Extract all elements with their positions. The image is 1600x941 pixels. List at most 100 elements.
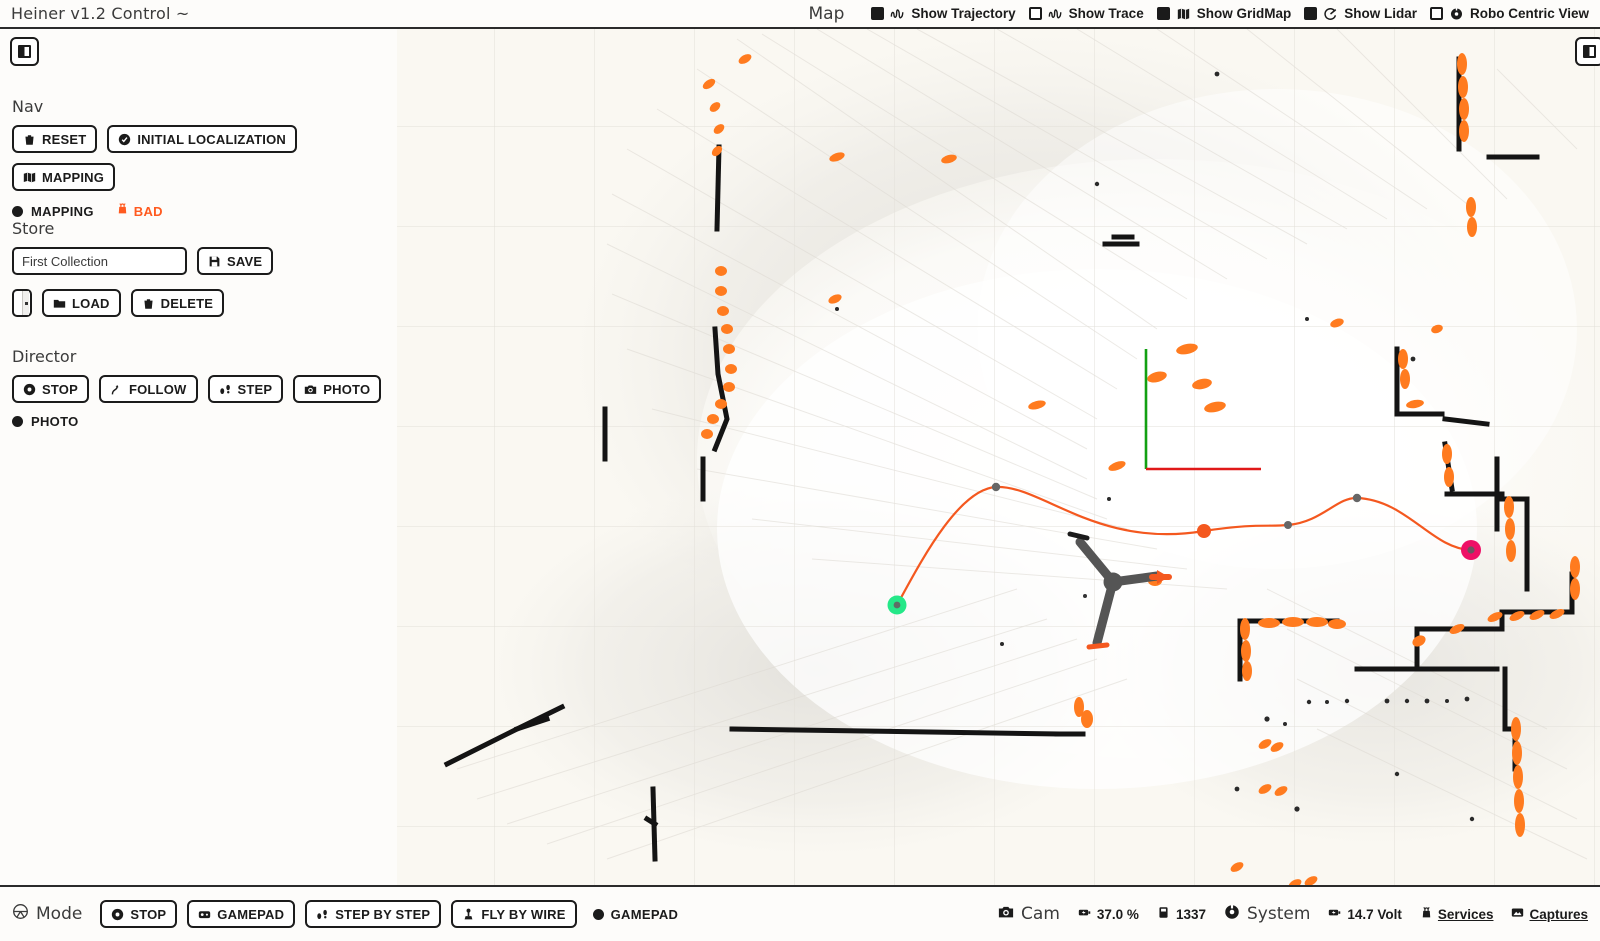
system-icon [1224,904,1240,925]
trajectory-active-waypoint [1197,524,1211,538]
toggle-label-show-trajectory: Show Trajectory [911,6,1016,21]
mode-group-label: Mode [12,903,82,925]
right-panel-toggle-glyph [1583,45,1596,58]
store-section: Store SAVE [12,219,274,317]
director-follow-button[interactable]: FOLLOW [98,375,198,403]
director-section: Director STOP FOLLOW STEP PHOTO PHOTO [12,347,382,429]
collection-select[interactable] [12,289,32,317]
battery-icon [1078,906,1091,922]
mode-status: GAMEPAD [592,907,679,922]
status-dot-black [12,416,23,427]
map-canvas[interactable] [397,29,1600,885]
store-save-row: SAVE [12,247,274,275]
map-view[interactable] [397,29,1600,885]
delete-button[interactable]: DELETE [130,289,225,317]
trash-icon [142,297,155,310]
mode-icon [12,903,29,925]
captures-icon [1511,906,1524,922]
director-status-row: PHOTO [12,414,381,429]
panel-toggle-icon[interactable] [10,37,39,66]
bottom-bar: Mode STOP GAMEPAD STEP BY STEP FLY BY WI… [0,885,1600,941]
reset-button[interactable]: RESET [12,125,98,153]
mapping-button-label: MAPPING [42,169,105,185]
mode-label: Mode [36,904,83,924]
delete-button-label: DELETE [160,295,214,311]
collection-name-input[interactable] [12,247,187,275]
right-panel-toggle-icon[interactable] [1575,37,1600,66]
toggle-label-robo-centric-view: Robo Centric View [1469,6,1589,21]
footsteps-icon [316,908,329,921]
joystick-icon [462,908,475,921]
load-button-label: LOAD [72,295,110,311]
mapping-button[interactable]: MAPPING [12,163,116,191]
toggle-show-trajectory[interactable]: Show Trajectory [871,6,1016,21]
services-link[interactable]: Services [1420,906,1494,922]
stop-icon [111,908,124,921]
trajectory-waypoint [1352,493,1362,503]
robot-center-dot [1083,594,1087,598]
checkbox-show-trace[interactable] [1028,7,1042,20]
director-stop-button[interactable]: STOP [12,375,89,403]
checkbox-show-gridmap[interactable] [1156,7,1170,20]
services-link-label: Services [1437,906,1494,922]
toggle-show-gridmap[interactable]: Show GridMap [1156,6,1292,21]
checkbox-show-trajectory[interactable] [871,7,885,20]
toggle-label-show-trace: Show Trace [1068,6,1144,21]
director-photo-button[interactable]: PHOTO [293,375,382,403]
camera-icon [304,383,317,396]
store-section-title: Store [12,219,55,238]
checkbox-show-lidar[interactable] [1304,7,1318,20]
nav-status-row: MAPPING BAD [12,202,397,220]
toggle-label-show-gridmap: Show GridMap [1196,6,1292,21]
app-title: Heiner v1.2 Control ~ [11,4,190,23]
gamepad-icon [198,908,211,921]
footsteps-icon [219,383,232,396]
cam-label: Cam [1021,904,1060,924]
mode-stop-button[interactable]: STOP [100,900,178,928]
robot-hub [1103,572,1123,592]
system-voltage-stat: 14.7 Volt [1328,906,1402,922]
folder-icon [53,297,66,310]
director-follow-label: FOLLOW [128,381,187,397]
toggle-show-lidar[interactable]: Show Lidar [1304,6,1417,21]
initial-localization-button-label: INITIAL LOCALIZATION [137,131,287,147]
director-stop-label: STOP [42,381,78,397]
mode-fly-by-wire-button[interactable]: FLY BY WIRE [451,900,577,928]
trash-icon [23,133,36,146]
save-icon [208,255,221,268]
save-button[interactable]: SAVE [197,247,274,275]
status-dot-black [592,908,604,920]
mode-gamepad-button[interactable]: GAMEPAD [187,900,296,928]
toggle-robo-centric-view[interactable]: Robo Centric View [1429,6,1589,21]
services-icon [1420,906,1433,922]
nav-alert: BAD [116,202,163,220]
target-icon [118,133,131,146]
toggle-label-show-lidar: Show Lidar [1344,6,1417,21]
follow-path-icon [110,383,123,396]
cam-storage-value: 1337 [1175,906,1206,922]
nav-section-title: Nav [12,97,44,116]
director-section-title: Director [12,347,77,366]
trajectory-waypoint [991,482,1001,492]
bottom-status-group: Cam 37.0 % 1337 System 14.7 Volt Service… [998,904,1588,925]
captures-link-label: Captures [1529,906,1588,922]
director-step-label: STEP [237,381,273,397]
storage-icon [1157,906,1170,922]
robot-foot [1086,642,1110,650]
bottom-mode-group: Mode STOP GAMEPAD STEP BY STEP FLY BY WI… [12,900,678,928]
captures-link[interactable]: Captures [1511,906,1588,922]
nav-alert-label: BAD [133,203,163,219]
gridmap-icon [1176,7,1191,21]
initial-localization-button[interactable]: INITIAL LOCALIZATION [107,125,298,153]
checkbox-robo-centric-view[interactable] [1429,7,1443,20]
mode-step-by-step-label: STEP BY STEP [335,906,431,922]
status-dot-black [12,205,23,217]
load-button[interactable]: LOAD [42,289,121,317]
director-step-button[interactable]: STEP [207,375,284,403]
mode-step-by-step-button[interactable]: STEP BY STEP [305,900,442,928]
stop-icon [23,383,36,396]
nav-buttons: RESET INITIAL LOCALIZATION MAPPING [12,125,397,191]
toggle-show-trace[interactable]: Show Trace [1028,6,1144,21]
cam-battery-value: 37.0 % [1096,906,1139,922]
app-root: Heiner v1.2 Control ~ Map Show Trajector… [0,0,1600,941]
